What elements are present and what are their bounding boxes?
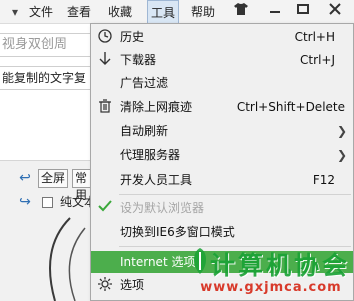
close-icon[interactable] xyxy=(322,0,348,23)
menu-item-label: 选项 xyxy=(120,278,145,292)
restore-icon[interactable] xyxy=(290,0,316,23)
chevron-right-icon: ❯ xyxy=(336,124,347,138)
plaintext-checkbox[interactable] xyxy=(42,197,53,208)
menu-item-set-default-browser: 设为默认浏览器 xyxy=(91,197,353,219)
menu-item-label: 清除上网痕迹 xyxy=(120,100,193,114)
trash-icon xyxy=(97,99,113,115)
menu-item-developer-tools[interactable]: 开发人员工具 F12 xyxy=(91,169,353,191)
menu-item-label: 下载器 xyxy=(120,53,157,67)
chevron-right-icon: ❯ xyxy=(336,148,347,162)
menu-item-label: 代理服务器 xyxy=(120,148,181,162)
menu-item-clear-traces[interactable]: 清除上网痕迹 Ctrl+Shift+Delete xyxy=(91,96,353,118)
shirt-icon[interactable] xyxy=(228,0,254,23)
menu-item-shortcut: Ctrl+Shift+Delete xyxy=(236,100,345,114)
gear-icon xyxy=(97,277,113,293)
menu-item-shortcut: Ctrl+J xyxy=(300,53,335,67)
menu-item-ie6-mode[interactable]: 切换到IE6多窗口模式 xyxy=(91,221,353,243)
menu-item-label: 自动刷新 xyxy=(120,124,169,138)
back-arrow-icon[interactable]: ↩ xyxy=(17,170,33,186)
fullscreen-button[interactable]: 全屏 xyxy=(38,169,69,188)
menu-item-internet-options[interactable]: Internet 选项 xyxy=(91,251,353,273)
menu-item-shortcut: Ctrl+H xyxy=(294,30,335,44)
menu-file[interactable]: 文件 xyxy=(26,0,56,24)
address-input[interactable]: 能复制的文字复 xyxy=(0,66,96,90)
menu-bar: ▾ 文件 查看 收藏 工具 帮助 xyxy=(0,0,354,24)
menu-separator xyxy=(119,194,351,195)
search-input[interactable]: 视身双创周 xyxy=(0,33,96,57)
download-arrow-icon xyxy=(97,52,113,68)
clock-icon xyxy=(97,29,113,45)
menu-item-options[interactable]: 选项 xyxy=(91,274,353,296)
menu-item-label: 历史 xyxy=(120,30,145,44)
menu-item-auto-refresh[interactable]: 自动刷新 ❯ xyxy=(91,120,353,142)
tools-dropdown-menu: 历史 Ctrl+H 下载器 Ctrl+J 广告过滤 清除上网痕迹 Ctrl+Sh… xyxy=(90,23,354,301)
menu-favorites[interactable]: 收藏 xyxy=(105,0,135,24)
menu-item-ad-filter[interactable]: 广告过滤 xyxy=(91,72,353,94)
menu-view[interactable]: 查看 xyxy=(64,0,94,24)
menu-item-history[interactable]: 历史 Ctrl+H xyxy=(91,26,353,48)
menu-item-label: 开发人员工具 xyxy=(120,173,193,187)
menu-item-label: 广告过滤 xyxy=(120,76,169,90)
menu-help[interactable]: 帮助 xyxy=(188,0,218,24)
panel-row-1: ↩ 全屏 常用 xyxy=(0,167,96,202)
checkmark-icon xyxy=(97,200,113,216)
menu-item-shortcut: F12 xyxy=(312,173,335,187)
menu-item-label: Internet 选项 xyxy=(120,255,196,269)
menu-tools[interactable]: 工具 xyxy=(147,0,179,24)
menu-separator xyxy=(119,246,351,247)
menu-item-label: 设为默认浏览器 xyxy=(120,201,205,215)
menu-item-downloader[interactable]: 下载器 Ctrl+J xyxy=(91,49,353,71)
menu-item-proxy-server[interactable]: 代理服务器 ❯ xyxy=(91,144,353,166)
app-dropdown-icon[interactable]: ▾ xyxy=(4,3,26,21)
decorative-wave xyxy=(49,217,86,301)
menu-item-label: 切换到IE6多窗口模式 xyxy=(120,225,235,239)
minimize-icon[interactable] xyxy=(262,0,288,23)
